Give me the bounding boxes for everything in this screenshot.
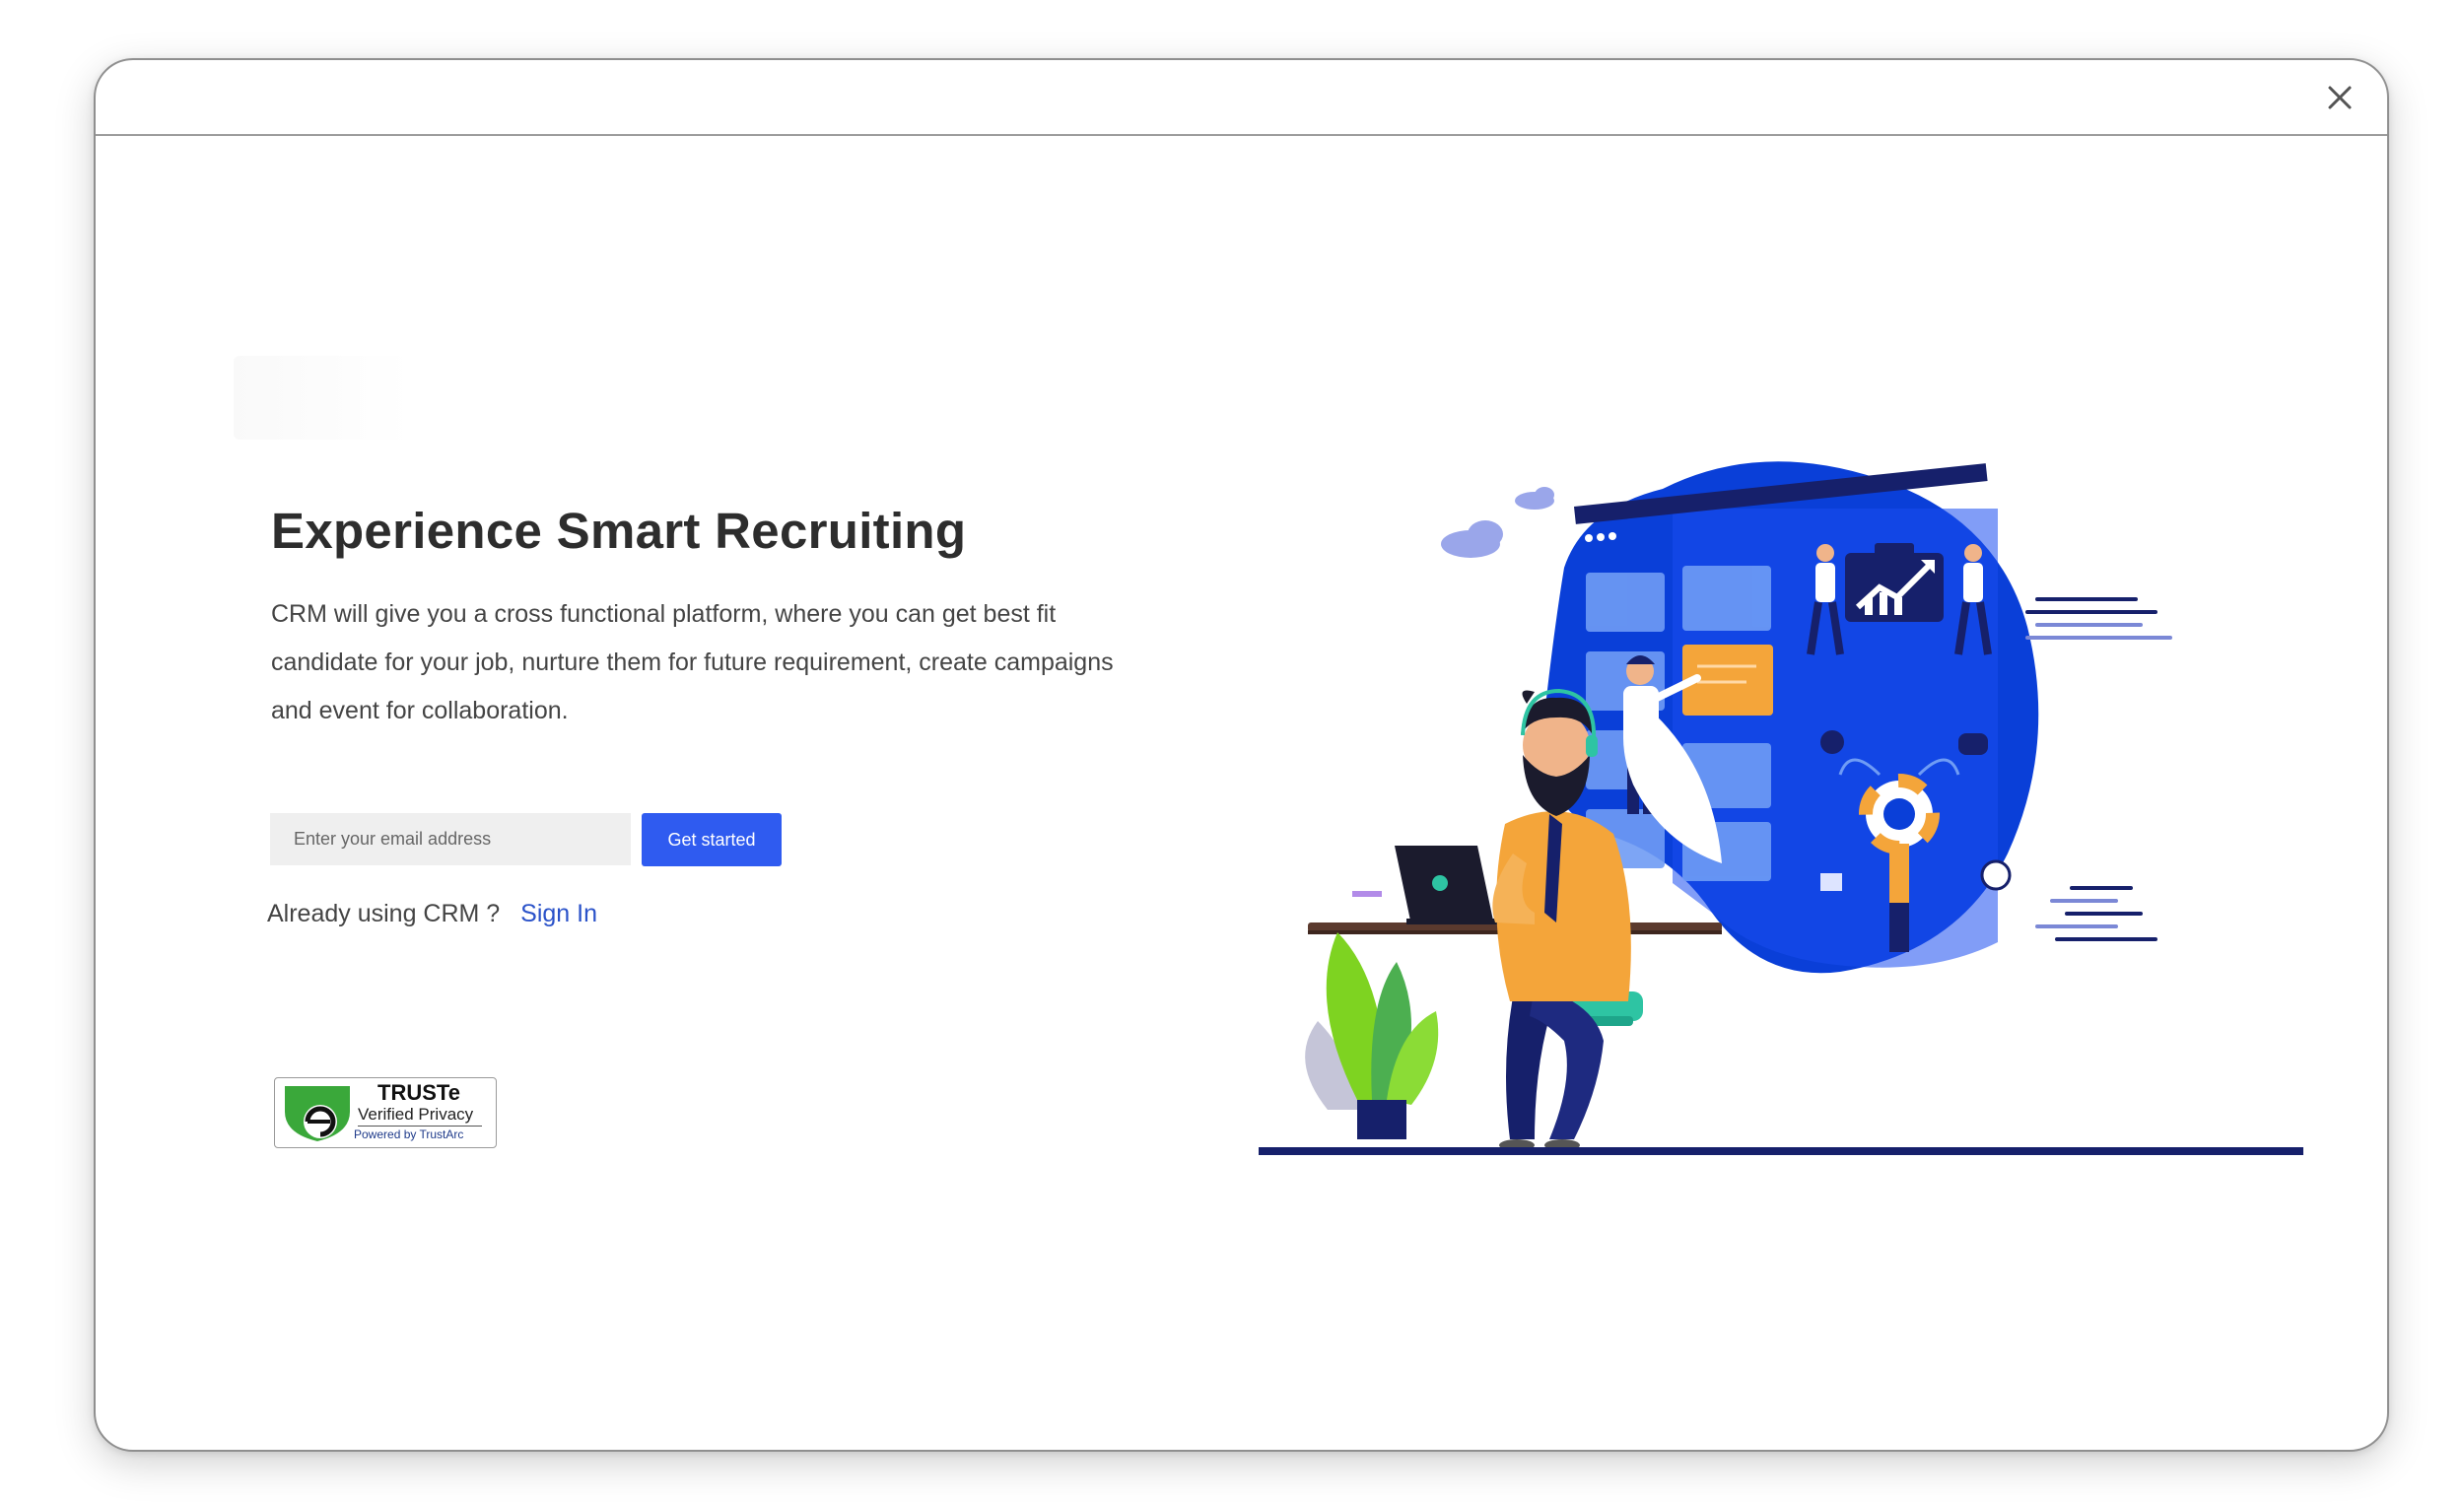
page-title: Experience Smart Recruiting: [271, 503, 967, 559]
close-icon: [2328, 86, 2352, 109]
cloud-icon: [1441, 487, 1554, 558]
speed-lines: [2025, 597, 2172, 941]
modal-titlebar: [96, 60, 2387, 136]
floor-line: [1259, 1147, 2303, 1155]
recruiting-illustration: [1259, 461, 2303, 1155]
truste-subtitle: Verified Privacy: [358, 1105, 474, 1124]
truste-powered-by: Powered by TrustArc: [354, 1127, 464, 1141]
hero-description: CRM will give you a cross functional pla…: [271, 600, 1114, 724]
truste-title: TRUSTe: [377, 1080, 460, 1105]
truste-logo-icon: [285, 1086, 350, 1141]
truste-divider: [358, 1126, 482, 1127]
signin-row: Already using CRM ? Sign In: [267, 900, 597, 928]
truste-badge[interactable]: TRUSTe Verified Privacy Powered by Trust…: [274, 1077, 497, 1148]
signin-prompt: Already using CRM ?: [267, 900, 501, 927]
email-field[interactable]: [270, 813, 631, 865]
sign-in-link[interactable]: Sign In: [520, 900, 597, 927]
modal-window: Experience Smart Recruiting CRM will giv…: [94, 58, 2389, 1452]
plant-icon: [1305, 932, 1439, 1139]
close-button[interactable]: [2320, 78, 2360, 117]
analytics-icon: [1845, 543, 1944, 622]
coffee-mug: [1352, 891, 1382, 897]
logo: [234, 356, 411, 440]
get-started-button[interactable]: Get started: [642, 813, 782, 866]
